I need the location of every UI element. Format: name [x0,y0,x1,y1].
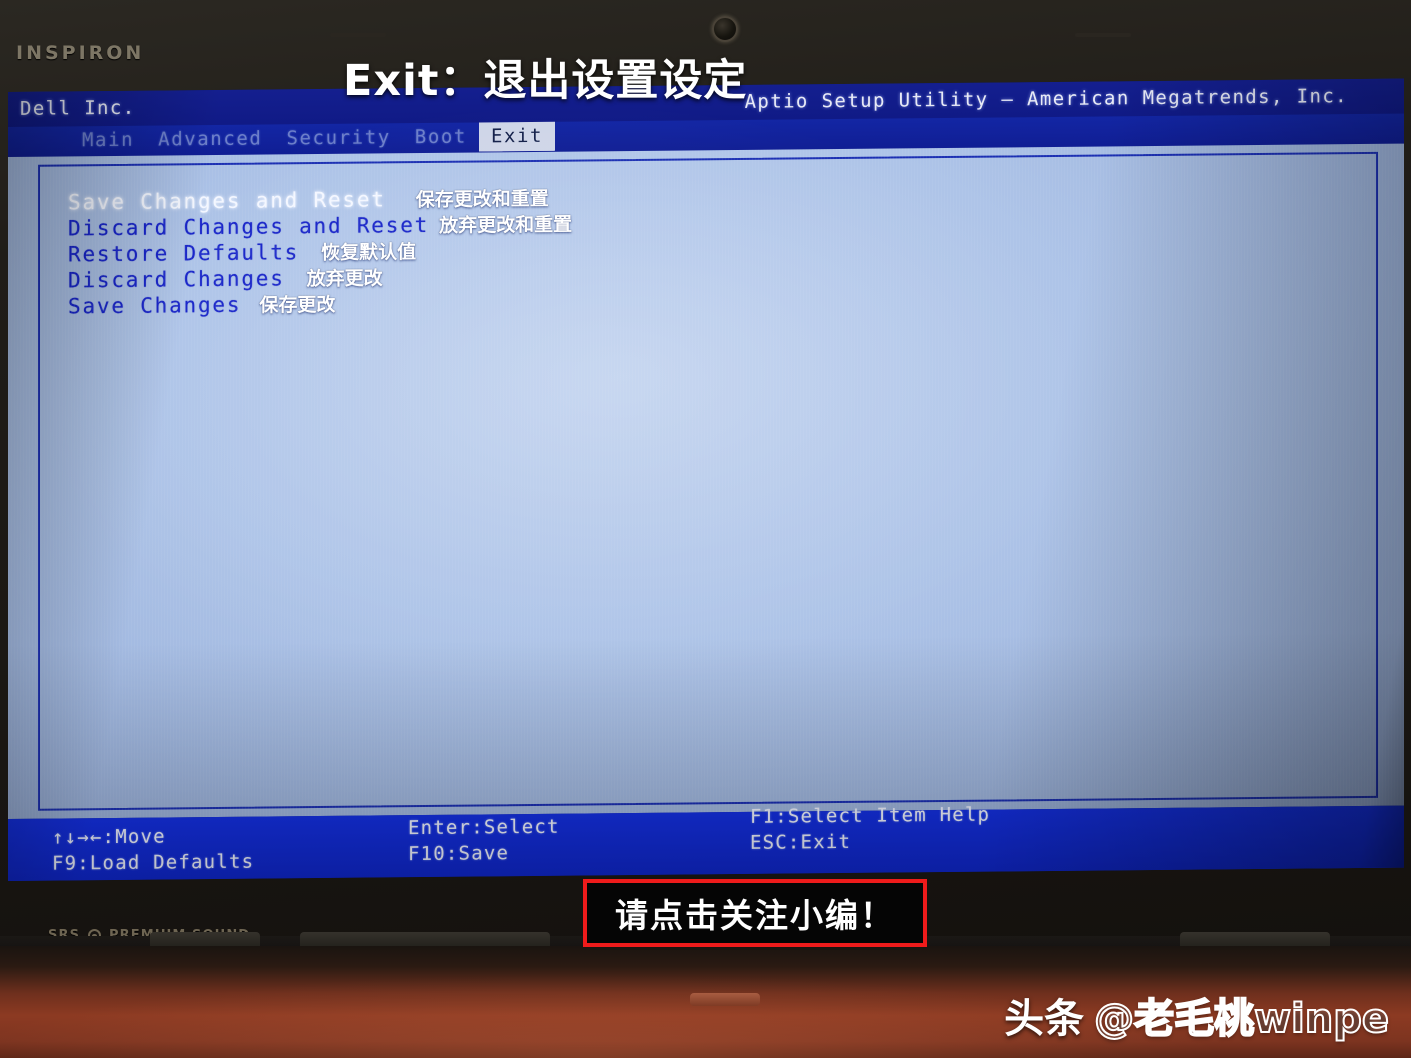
bios-body: Save Changes and Reset 保存更改和重置 Discard C… [8,143,1404,820]
menu-item-label: Save Changes and Reset [68,187,386,215]
menu-item-annotation: 放弃更改和重置 [439,213,573,237]
base-latch [690,993,760,1006]
tab-advanced[interactable]: Advanced [146,124,274,154]
mic-slot-left [330,33,386,37]
watermark-brand: 头条 [1004,996,1085,1042]
watermark: 头条 @老毛桃winpe [1004,986,1390,1044]
tab-boot[interactable]: Boot [403,122,479,152]
tab-exit[interactable]: Exit [478,121,556,152]
help-move-keys: ↑↓→←:Move [52,825,166,849]
help-column-navigation: ↑↓→←:Move F9:Load Defaults [52,823,254,877]
menu-item-label: Save Changes [68,292,242,319]
watermark-handle: @老毛桃winpe [1093,995,1390,1043]
menu-item-label: Discard Changes [68,266,285,293]
bios-screen: Dell Inc. Aptio Setup Utility – American… [8,78,1404,882]
webcam-icon [712,16,738,42]
mic-slot-right [1075,33,1131,37]
help-save-key: F10:Save [408,842,510,866]
menu-item-annotation: 放弃更改 [306,267,383,291]
bios-utility-label: Aptio Setup Utility – American Megatrend… [744,85,1348,113]
menu-item-label: Restore Defaults [68,240,300,267]
menu-item-label: Discard Changes and Reset [68,212,430,241]
menu-item-annotation: 恢复默认值 [321,241,417,264]
menu-item-annotation: 保存更改 [259,293,336,317]
help-column-misc: F1:Select Item Help ESC:Exit [750,802,990,856]
callout-box: 请点击关注小编！ [583,879,927,947]
callout-text: 请点击关注小编！ [615,896,895,935]
help-load-defaults-key: F9:Load Defaults [52,850,255,875]
tab-main[interactable]: Main [70,126,146,156]
bios-vendor-label: Dell Inc. [20,96,136,120]
laptop-photo: INSPIRON Dell Inc. Aptio Setup Utility –… [0,0,1411,1058]
help-column-actions: Enter:Select F10:Save [408,814,560,867]
tab-security[interactable]: Security [274,123,402,153]
exit-menu-list[interactable]: Save Changes and Reset 保存更改和重置 Discard C… [68,176,1366,318]
menu-item-annotation: 保存更改和重置 [415,187,549,212]
bios-content-panel: Save Changes and Reset 保存更改和重置 Discard C… [38,151,1378,811]
help-enter-select-key: Enter:Select [408,815,560,840]
bezel-brand-inspiron: INSPIRON [16,42,145,64]
help-exit-key: ESC:Exit [750,830,852,854]
overlay-title: Exit：退出设置设定 [343,56,748,106]
help-item-help-key: F1:Select Item Help [750,803,991,828]
